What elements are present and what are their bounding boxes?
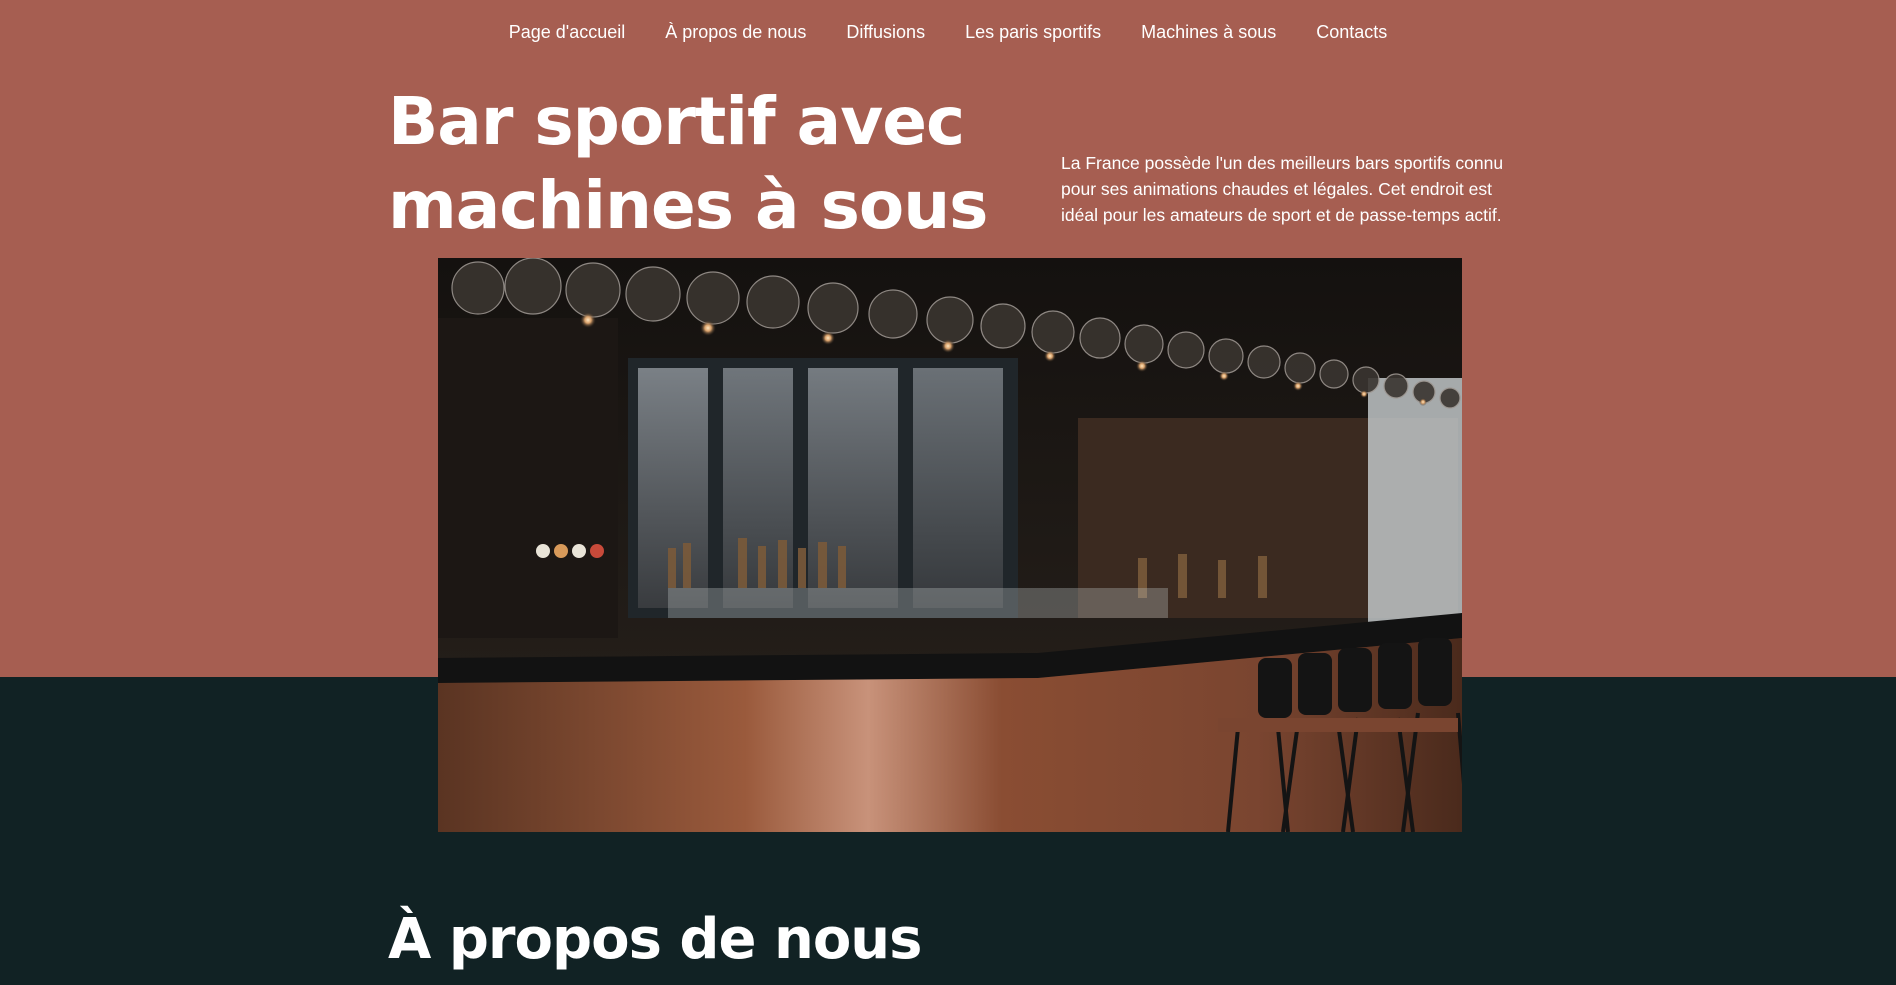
bar-interior-photo	[438, 258, 1462, 832]
nav-item-broadcasts[interactable]: Diffusions	[846, 20, 925, 44]
hero-title-line-1: Bar sportif avec	[388, 83, 965, 160]
nav-item-about[interactable]: À propos de nous	[665, 20, 806, 44]
hero-description: La France possède l'un des meilleurs bar…	[1061, 153, 1504, 225]
nav-item-sports-betting[interactable]: Les paris sportifs	[965, 20, 1101, 44]
main-navigation: Page d'accueil À propos de nous Diffusio…	[0, 20, 1896, 44]
hero-title-line-2: machines à sous	[388, 167, 988, 244]
hero-title: Bar sportif avec machines à sous	[388, 80, 1028, 248]
nav-item-slot-machines[interactable]: Machines à sous	[1141, 20, 1276, 44]
about-section-title: À propos de nous	[388, 907, 922, 972]
nav-item-contacts[interactable]: Contacts	[1316, 20, 1387, 44]
nav-item-home[interactable]: Page d'accueil	[509, 20, 626, 44]
